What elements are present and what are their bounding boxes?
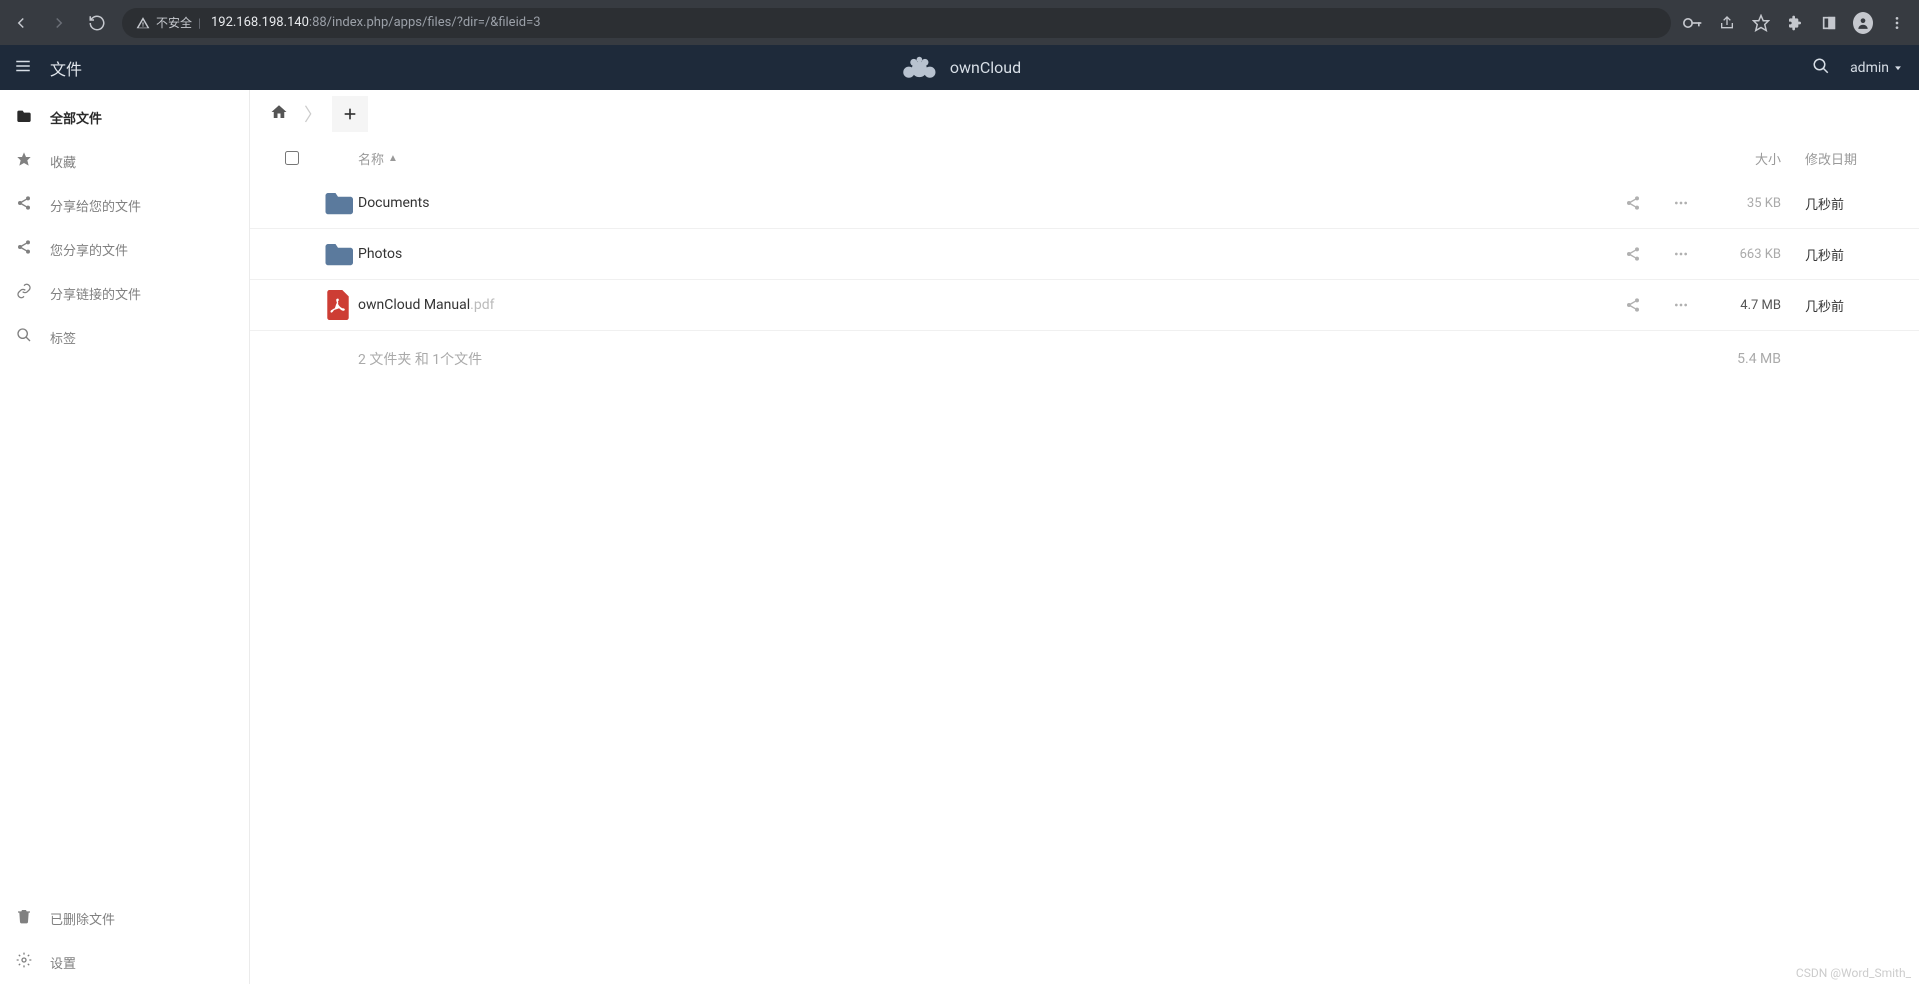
owncloud-logo-icon — [898, 55, 940, 81]
share-button[interactable] — [1621, 246, 1645, 262]
share-chrome-icon[interactable] — [1717, 13, 1737, 33]
folder-icon — [16, 109, 32, 127]
sidebar-item-label: 分享给您的文件 — [50, 196, 141, 215]
app-name: 文件 — [50, 56, 82, 80]
sidebar-item-link-shares[interactable]: 分享链接的文件 — [0, 271, 249, 315]
select-all-checkbox[interactable] — [285, 151, 299, 165]
summary-text: 2 文件夹 和 1个文件 — [266, 349, 1573, 369]
gear-icon — [16, 952, 32, 972]
app-header: 文件 ownCloud admin — [0, 45, 1919, 90]
share-icon — [16, 239, 32, 259]
sidebar-item-shared-with-you[interactable]: 分享给您的文件 — [0, 183, 249, 227]
sidebar-item-your-shares[interactable]: 您分享的文件 — [0, 227, 249, 271]
breadcrumb-home[interactable] — [264, 97, 294, 131]
file-date: 几秒前 — [1793, 296, 1903, 315]
star-icon — [16, 151, 32, 171]
search-button[interactable] — [1812, 57, 1830, 79]
sidebar-item-favorites[interactable]: 收藏 — [0, 139, 249, 183]
profile-icon[interactable] — [1853, 13, 1873, 33]
puzzle-icon[interactable] — [1785, 13, 1805, 33]
file-name: ownCloud Manual.pdf — [358, 297, 1573, 313]
share-button[interactable] — [1621, 297, 1645, 313]
reload-button[interactable] — [84, 10, 110, 36]
sidebar-item-tags[interactable]: 标签 — [0, 315, 249, 359]
more-button[interactable] — [1669, 246, 1693, 262]
col-name-header[interactable]: 名称 ▲ — [358, 149, 1573, 168]
sidebar-item-label: 标签 — [50, 328, 76, 347]
sidebar-item-label: 设置 — [50, 953, 76, 972]
file-size: 663 KB — [1693, 247, 1793, 262]
share-icon — [16, 195, 32, 215]
file-name: Photos — [358, 246, 1573, 262]
hamburger-icon[interactable] — [14, 57, 32, 79]
more-button[interactable] — [1669, 297, 1693, 313]
table-row[interactable]: Documents 35 KB 几秒前 — [250, 178, 1919, 229]
user-menu[interactable]: admin — [1850, 60, 1903, 76]
user-name: admin — [1850, 60, 1889, 76]
link-icon — [16, 283, 32, 303]
summary-size: 5.4 MB — [1693, 351, 1793, 367]
table-header: 名称 ▲ 大小 修改日期 — [250, 138, 1919, 178]
sidebar: 全部文件 收藏 分享给您的文件 您分享的文件 分享链接的文件 标签 — [0, 90, 250, 984]
plus-icon — [342, 106, 358, 122]
watermark: CSDN @Word_Smith_ — [1796, 966, 1911, 980]
share-button[interactable] — [1621, 195, 1645, 211]
summary-row: 2 文件夹 和 1个文件 5.4 MB — [250, 331, 1919, 387]
chevron-down-icon — [1893, 63, 1903, 73]
url-bar[interactable]: 不安全 | 192.168.198.140:88/index.php/apps/… — [122, 8, 1671, 38]
breadcrumb-separator: 〉 — [304, 101, 322, 127]
breadcrumb: 〉 — [250, 90, 1919, 138]
sidebar-item-settings[interactable]: 设置 — [0, 940, 249, 984]
sidebar-item-label: 已删除文件 — [50, 909, 115, 928]
sidebar-item-deleted[interactable]: 已删除文件 — [0, 896, 249, 940]
browser-chrome: 不安全 | 192.168.198.140:88/index.php/apps/… — [0, 0, 1919, 45]
more-button[interactable] — [1669, 195, 1693, 211]
back-button[interactable] — [8, 10, 34, 36]
sort-asc-icon: ▲ — [388, 153, 398, 164]
table-row[interactable]: ownCloud Manual.pdf 4.7 MB 几秒前 — [250, 280, 1919, 331]
col-size-header[interactable]: 大小 — [1693, 149, 1793, 168]
file-date: 几秒前 — [1793, 245, 1903, 264]
col-date-header[interactable]: 修改日期 — [1793, 149, 1903, 168]
sidebar-item-label: 您分享的文件 — [50, 240, 128, 259]
url-text: 192.168.198.140:88/index.php/apps/files/… — [211, 15, 541, 30]
forward-button[interactable] — [46, 10, 72, 36]
warning-icon — [136, 16, 150, 30]
add-button[interactable] — [332, 96, 368, 132]
sidebar-item-label: 全部文件 — [50, 108, 102, 127]
kebab-menu-icon[interactable] — [1887, 13, 1907, 33]
table-row[interactable]: Photos 663 KB 几秒前 — [250, 229, 1919, 280]
file-name: Documents — [358, 195, 1573, 211]
file-date: 几秒前 — [1793, 194, 1903, 213]
file-table: 名称 ▲ 大小 修改日期 Documents 35 KB 几秒前 — [250, 138, 1919, 387]
sidebar-item-label: 分享链接的文件 — [50, 284, 141, 303]
folder-icon — [318, 241, 358, 267]
window-icon[interactable] — [1819, 13, 1839, 33]
trash-icon — [16, 908, 32, 928]
search-icon — [16, 327, 32, 347]
sidebar-item-all-files[interactable]: 全部文件 — [0, 96, 249, 139]
content-area: 〉 名称 ▲ 大小 修改日期 Do — [250, 90, 1919, 984]
star-chrome-icon[interactable] — [1751, 13, 1771, 33]
folder-icon — [318, 190, 358, 216]
sidebar-item-label: 收藏 — [50, 152, 76, 171]
key-icon[interactable] — [1683, 13, 1703, 33]
file-size: 4.7 MB — [1693, 298, 1793, 313]
pdf-icon — [318, 290, 358, 320]
brand-name: ownCloud — [950, 58, 1021, 77]
insecure-label: 不安全 — [156, 14, 192, 31]
file-size: 35 KB — [1693, 196, 1793, 211]
